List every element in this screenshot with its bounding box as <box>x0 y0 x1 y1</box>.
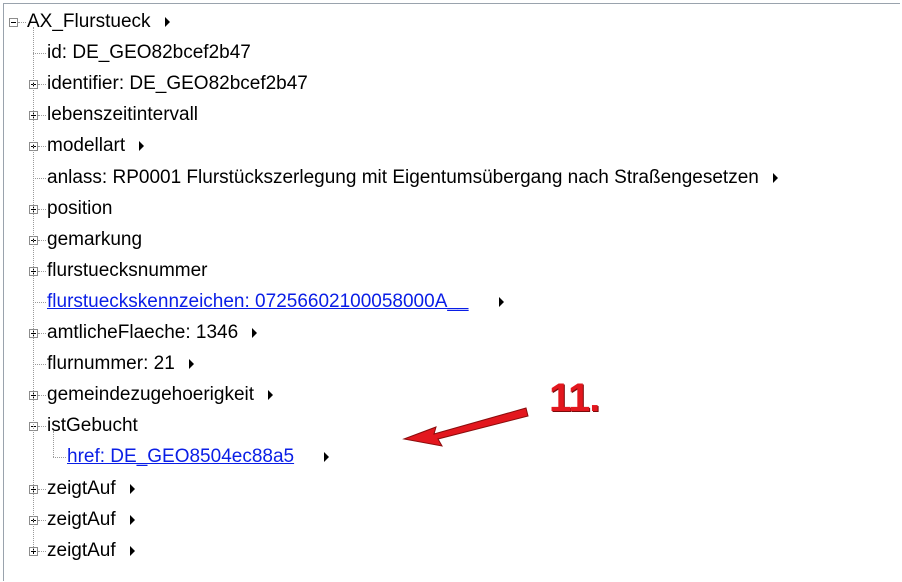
tree-node[interactable]: position <box>4 194 894 224</box>
tree-node-label: lebenszeitintervall <box>47 104 199 126</box>
tree-node[interactable]: gemarkung <box>4 225 894 255</box>
tree-line <box>53 457 66 459</box>
tree-line <box>38 333 46 334</box>
tree-line <box>38 395 46 397</box>
tree-node[interactable]: modellart <box>4 131 894 161</box>
annotation-arrow-icon <box>402 407 529 447</box>
tree-node-label: gemeindezugehoerigkeit <box>47 384 255 406</box>
tree-node[interactable]: zeigtAuf <box>4 474 894 504</box>
menu-arrow-icon[interactable] <box>139 141 144 152</box>
tree-node[interactable]: identifier: DE_GEO82bcef2b47 <box>4 69 894 99</box>
menu-arrow-icon[interactable] <box>130 545 135 556</box>
tree-node-label: zeigtAuf <box>47 508 116 530</box>
tree-root-label: AX_Flurstueck <box>27 11 151 32</box>
tree-node[interactable]: flurnummer: 21 <box>4 349 894 379</box>
tree-root[interactable]: AX_Flurstueck <box>4 7 894 37</box>
tree-node-label: identifier: DE_GEO82bcef2b47 <box>47 73 308 95</box>
menu-arrow-icon[interactable] <box>165 17 170 27</box>
tree-node-label: zeigtAuf <box>47 539 116 561</box>
tree-node-label: istGebucht <box>47 415 138 437</box>
tree-line <box>33 364 46 366</box>
menu-arrow-icon[interactable] <box>252 328 257 338</box>
tree-node-label: position <box>47 197 113 219</box>
menu-arrow-icon[interactable] <box>268 390 273 401</box>
tree-node-label: flurstuecksnummer <box>47 259 208 281</box>
tree-node-link[interactable]: href: DE_GEO8504ec88a5 <box>67 446 294 468</box>
tree-node[interactable]: anlass: RP0001 Flurstückszerlegung mit E… <box>4 163 894 193</box>
tree-line <box>38 270 46 272</box>
menu-arrow-icon[interactable] <box>773 172 778 183</box>
tree-node[interactable]: amtlicheFlaeche: 1346 <box>4 318 894 348</box>
menu-arrow-icon[interactable] <box>130 483 135 494</box>
tree-line <box>38 426 46 428</box>
tree-line <box>33 27 34 551</box>
menu-arrow-icon[interactable] <box>130 514 135 525</box>
tree-node[interactable]: zeigtAuf <box>4 505 894 535</box>
tree-node-label: zeigtAuf <box>47 477 116 499</box>
menu-arrow-icon[interactable] <box>499 296 504 307</box>
tree-node[interactable]: zeigtAuf <box>4 536 894 566</box>
tree-node[interactable]: flurstuecksnummer <box>4 256 894 286</box>
tree-line <box>38 208 46 210</box>
tree-node-label: modellart <box>47 135 126 157</box>
tree-node-label: anlass: RP0001 Flurstückszerlegung mit E… <box>47 166 759 188</box>
tree-view-panel: AX_Flurstueck id: DE_GEO82bcef2b47identif… <box>3 3 900 581</box>
tree-node[interactable]: lebenszeitintervall <box>4 100 894 130</box>
menu-arrow-icon[interactable] <box>189 359 194 370</box>
tree-node[interactable]: id: DE_GEO82bcef2b47 <box>4 38 894 68</box>
tree-line <box>33 53 46 55</box>
tree-node-label: flurnummer: 21 <box>47 353 175 375</box>
annotation-label: 11. <box>549 376 600 420</box>
tree-node-label: gemarkung <box>47 228 143 250</box>
tree-node[interactable]: flurstueckskennzeichen: 0725660210005800… <box>4 287 894 317</box>
tree-line <box>53 431 54 458</box>
tree-node-link[interactable]: flurstueckskennzeichen: 0725660210005800… <box>47 291 469 313</box>
tree-node-label: id: DE_GEO82bcef2b47 <box>47 42 251 64</box>
tree-line <box>38 519 46 521</box>
tree-line <box>38 115 46 117</box>
tree-line <box>38 146 46 148</box>
tree-line <box>38 550 46 552</box>
tree-line <box>38 84 46 86</box>
tree-line <box>38 488 46 490</box>
tree-line <box>33 177 46 179</box>
menu-arrow-icon[interactable] <box>324 452 329 463</box>
tree-line <box>38 239 46 241</box>
collapse-icon[interactable] <box>9 18 18 27</box>
tree-node-label: amtlicheFlaeche: 1346 <box>47 322 239 343</box>
tree-line <box>18 22 26 23</box>
tree-line <box>33 301 46 303</box>
